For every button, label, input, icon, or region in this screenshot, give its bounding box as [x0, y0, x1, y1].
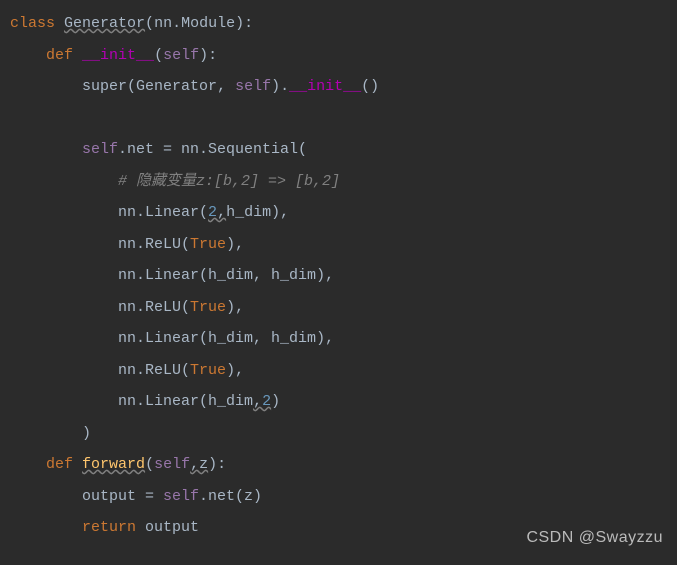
literal-2: 2: [208, 204, 217, 221]
code-line-15: def forward(self,z):: [0, 449, 677, 481]
code-line-3: super(Generator, self).__init__(): [0, 71, 677, 103]
code-line-5: self.net = nn.Sequential(: [0, 134, 677, 166]
code-line-12: nn.ReLU(True),: [0, 355, 677, 387]
code-line-1: class Generator(nn.Module):: [0, 8, 677, 40]
code-line-2: def __init__(self):: [0, 40, 677, 72]
code-line-16: output = self.net(z): [0, 481, 677, 513]
code-line-13: nn.Linear(h_dim,2): [0, 386, 677, 418]
base-class: nn.Module: [154, 15, 235, 32]
super-init: __init__: [289, 78, 361, 95]
watermark-text: CSDN @Swayzzu: [526, 521, 663, 555]
keyword-class: class: [10, 15, 55, 32]
method-forward: forward: [82, 456, 145, 473]
class-name: Generator: [64, 15, 145, 32]
param-self: self: [163, 47, 199, 64]
code-line-11: nn.Linear(h_dim, h_dim),: [0, 323, 677, 355]
comment: # 隐藏变量z:[b,2] => [b,2]: [118, 173, 340, 190]
param-z: z: [199, 456, 208, 473]
code-line-8: nn.ReLU(True),: [0, 229, 677, 261]
keyword-return: return: [82, 519, 136, 536]
keyword-def: def: [46, 47, 73, 64]
method-init: __init__: [82, 47, 154, 64]
code-block: class Generator(nn.Module): def __init__…: [0, 8, 677, 544]
code-line-7: nn.Linear(2,h_dim),: [0, 197, 677, 229]
code-line-4: [0, 103, 677, 135]
super-call: super: [82, 78, 127, 95]
code-line-9: nn.Linear(h_dim, h_dim),: [0, 260, 677, 292]
literal-true: True: [190, 236, 226, 253]
code-line-6: # 隐藏变量z:[b,2] => [b,2]: [0, 166, 677, 198]
code-line-14: ): [0, 418, 677, 450]
code-line-10: nn.ReLU(True),: [0, 292, 677, 324]
